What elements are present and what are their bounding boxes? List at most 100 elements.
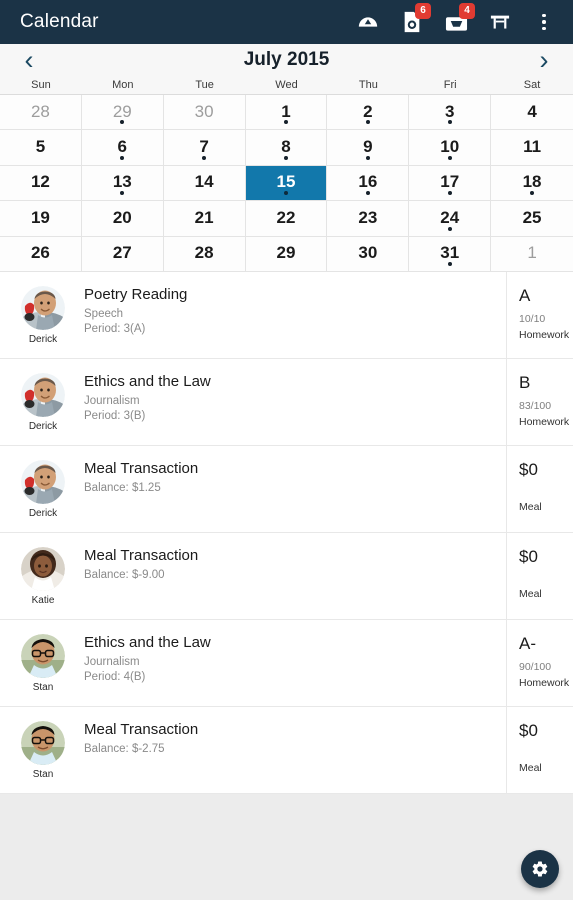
event-grade-panel: A- 90/100 Homework [506,619,573,706]
app-bar: Calendar 6 4 [0,0,573,44]
inbox-badge: 4 [459,3,475,19]
calendar-day-cell[interactable]: 11 [491,130,573,166]
calendar-day-cell[interactable]: 9 [327,130,410,166]
calendar-day-cell[interactable]: 1 [491,236,573,272]
calendar-day-cell[interactable]: 29 [245,236,328,272]
avatar-block: Katie [14,546,72,619]
calendar-day-cell[interactable]: 17 [409,165,492,202]
event-main: Derick Poetry Reading Speech Period: 3(A) [0,272,506,358]
assignments-icon[interactable]: 6 [397,3,431,37]
avatar[interactable] [21,285,65,330]
event-dot-indicator [283,155,288,160]
student-name: Katie [31,594,55,606]
avatar[interactable] [21,720,65,765]
avatar-block: Derick [14,285,72,358]
calendar-day-cell[interactable]: 19 [0,201,82,237]
calendar-day-cell[interactable]: 28 [0,95,82,131]
event-text-block: Poetry Reading Speech Period: 3(A) [72,286,187,358]
day-number: 29 [112,101,132,121]
calendar-day-cell[interactable]: 4 [491,95,573,131]
day-number: 9 [363,137,373,157]
event-list-item[interactable]: Derick Poetry Reading Speech Period: 3(A) A 1… [0,271,573,359]
grade-score: 10/10 [519,312,546,325]
calendar-day-cell[interactable]: 10 [409,130,492,166]
calendar-day-cell[interactable]: 20 [81,201,164,237]
day-number: 22 [276,207,296,227]
prev-month-button[interactable]: ‹ [6,44,52,76]
event-list-item[interactable]: Derick Ethics and the Law Journalism Period… [0,358,573,446]
event-title: Poetry Reading [84,285,188,303]
calendar-day-cell[interactable]: 26 [0,236,82,272]
weekday-label-sun: Sun [31,79,51,91]
event-list-item[interactable]: Katie Meal Transaction Balance: $-9.00 $0 Me… [0,532,573,620]
day-number: 27 [112,243,132,263]
calendar-day-cell[interactable]: 31 [409,236,492,272]
table-icon[interactable] [485,7,515,37]
event-main: Derick Ethics and the Law Journalism Period… [0,359,506,445]
calendar-day-cell[interactable]: 21 [163,201,246,237]
event-title: Meal Transaction [84,459,199,477]
avatar[interactable] [21,633,65,678]
calendar-day-cell[interactable]: 3 [409,95,492,131]
day-number: 21 [194,207,214,227]
event-dot-indicator [447,226,452,231]
event-dot-indicator [365,120,370,125]
day-number: 17 [440,172,460,192]
event-list-item[interactable]: Stan Meal Transaction Balance: $-2.75 $0 Mea… [0,706,573,794]
calendar-day-cell[interactable]: 1 [245,95,328,131]
calendar-grid: 28 29 30 1 2 3 4 5 6 7 8 9 10 11 12 13 14 15 16 17 18 19 20 21 2… [0,94,573,272]
day-number: 25 [522,207,542,227]
day-number: 11 [523,137,542,157]
day-number: 26 [30,243,50,263]
weekday-label-mon: Mon [112,79,134,91]
overflow-menu-icon[interactable] [529,7,559,37]
calendar-day-cell[interactable]: 25 [491,201,573,237]
calendar-day-cell[interactable]: 18 [491,165,573,202]
calendar-day-cell[interactable]: 8 [245,130,328,166]
calendar-day-cell[interactable]: 28 [163,236,246,272]
calendar-day-cell[interactable]: 16 [327,165,410,202]
avatar[interactable] [21,546,65,591]
calendar-day-cell[interactable]: 30 [163,95,246,131]
avatar[interactable] [21,459,65,504]
calendar-day-cell[interactable]: 23 [327,201,410,237]
calendar-day-cell[interactable]: 22 [245,201,328,237]
event-dot-indicator [530,191,535,196]
calendar-day-cell[interactable]: 14 [163,165,246,202]
weekday-label-wed: Wed [275,79,298,91]
event-period: Period: 3(A) [84,322,146,335]
event-dot-indicator [202,155,207,160]
event-dot-indicator [283,120,288,125]
day-number: 2 [363,101,373,121]
grade-value: $0 [519,720,538,740]
event-list-item[interactable]: Stan Ethics and the Law Journalism Period: … [0,619,573,707]
day-number: 19 [30,207,50,227]
next-month-button[interactable]: › [521,44,567,76]
grade-value: A- [519,633,536,653]
calendar-day-cell[interactable]: 29 [81,95,164,131]
event-subject: Journalism [84,655,140,668]
dashboard-gauge-icon[interactable] [353,7,383,37]
day-number: 12 [30,172,50,192]
calendar-day-cell[interactable]: 30 [327,236,410,272]
calendar-day-cell[interactable]: 24 [409,201,492,237]
calendar-day-cell[interactable]: 7 [163,130,246,166]
weekday-header: Sun Mon Tue Wed Thu Fri Sat [0,76,573,94]
calendar-day-cell[interactable]: 12 [0,165,82,202]
inbox-icon[interactable]: 4 [441,3,475,37]
calendar-day-cell[interactable]: 6 [81,130,164,166]
event-list-item[interactable]: Derick Meal Transaction Balance: $1.25 $0 Me… [0,445,573,533]
settings-fab[interactable] [521,850,559,888]
grade-category: Meal [519,761,542,774]
avatar[interactable] [21,372,65,417]
avatar-block: Derick [14,459,72,532]
event-text-block: Meal Transaction Balance: $-9.00 [72,547,198,619]
calendar-day-cell[interactable]: 27 [81,236,164,272]
app-bar-actions: 6 4 [353,3,561,37]
day-number: 4 [527,101,537,121]
calendar-day-cell[interactable]: 2 [327,95,410,131]
calendar-day-cell[interactable]: 13 [81,165,164,202]
weekday-label-thu: Thu [358,79,378,91]
calendar-day-cell[interactable]: 5 [0,130,82,166]
calendar-day-cell[interactable]: 15 [245,165,328,202]
